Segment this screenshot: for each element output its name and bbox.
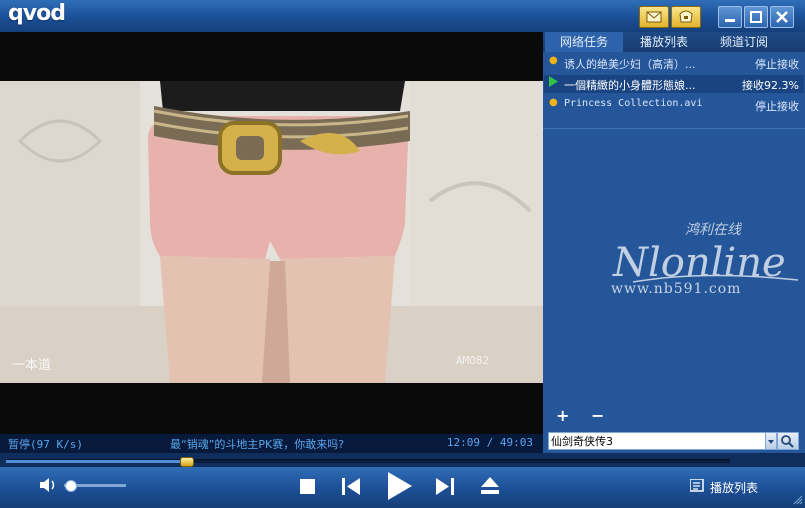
task-item[interactable]: ● Princess Collection.avi 停止接收 [544, 96, 804, 114]
skin-icon [679, 10, 693, 23]
next-icon[interactable] [435, 478, 454, 495]
close-button[interactable] [770, 6, 794, 28]
minimize-button[interactable] [718, 6, 742, 28]
status-bar: 暂停(97 K/s) 最“销魂”的斗地主PK赛，你敢来吗? 12:09 / 49… [0, 434, 543, 453]
search-icon [781, 435, 794, 448]
search-dropdown-button[interactable] [765, 432, 777, 450]
stop-icon[interactable] [300, 479, 315, 494]
message-button[interactable] [639, 6, 669, 28]
add-button[interactable]: + [556, 406, 569, 425]
time-display: 12:09 / 49:03 [446, 436, 533, 449]
play-icon[interactable] [387, 471, 413, 501]
maximize-icon [750, 11, 762, 23]
remove-button[interactable]: − [591, 406, 604, 425]
task-status: 停止接收 [755, 100, 799, 113]
eject-icon[interactable] [481, 477, 499, 494]
search-box [548, 432, 767, 450]
previous-icon[interactable] [342, 478, 361, 495]
search-button[interactable] [777, 432, 799, 450]
seek-fill [6, 460, 186, 463]
task-name: 诱人的绝美少妇（高清）... [564, 58, 696, 71]
video-image [0, 81, 543, 383]
close-icon [776, 11, 788, 23]
app-logo: qvod [8, 1, 66, 26]
playback-state: 暂停(97 K/s) [8, 438, 83, 451]
video-area[interactable]: 一本道 AMO82 [0, 32, 543, 434]
marquee-ad-link[interactable]: 最“销魂”的斗地主PK赛，你敢来吗? [170, 436, 344, 452]
tab-channels[interactable]: 频道订阅 [705, 32, 783, 52]
video-frame: 一本道 AMO82 [0, 81, 543, 383]
task-status: 接收92.3% [742, 79, 799, 92]
video-watermark-right: AMO82 [455, 354, 489, 367]
chevron-down-icon [768, 440, 774, 444]
site-logo-text: Nlonline [612, 240, 786, 286]
panel-toolbar: + − [543, 406, 805, 426]
volume-icon[interactable] [38, 476, 58, 494]
playlist-label: 播放列表 [710, 481, 759, 495]
panel-divider [543, 128, 805, 129]
side-panel: 网络任务 播放列表 频道订阅 ● 诱人的绝美少妇（高清）... 停止接收 一個精… [543, 32, 805, 453]
seek-bar[interactable] [0, 453, 805, 467]
task-status: 停止接收 [755, 58, 799, 71]
task-item[interactable]: ● 诱人的绝美少妇（高清）... 停止接收 [544, 54, 804, 72]
task-dot-icon: ● [549, 97, 558, 108]
message-icon [646, 11, 662, 23]
task-dot-icon: ● [549, 55, 558, 66]
seek-thumb[interactable] [179, 457, 194, 467]
site-url: www.nb591.com [611, 281, 742, 297]
tab-network-tasks[interactable]: 网络任务 [545, 32, 623, 52]
maximize-button[interactable] [744, 6, 768, 28]
task-name: Princess Collection.avi [564, 98, 703, 109]
title-bar: qvod [0, 0, 805, 33]
playlist-icon [690, 479, 704, 492]
playing-arrow-icon [549, 76, 558, 90]
task-name: 一個精緻的小身體形態娘... [564, 79, 696, 92]
control-bar: 播放列表 [0, 467, 805, 508]
site-cn-text: 鸿利在线 [685, 222, 743, 238]
volume-thumb[interactable] [65, 480, 78, 492]
resize-grip-icon[interactable] [793, 495, 803, 505]
minimize-icon [725, 19, 735, 22]
video-watermark-left: 一本道 [12, 358, 52, 373]
task-item[interactable]: 一個精緻的小身體形態娘... 接收92.3% [544, 75, 804, 93]
tab-playlist[interactable]: 播放列表 [625, 32, 703, 52]
seek-track[interactable] [6, 457, 730, 467]
search-input[interactable] [551, 433, 761, 449]
panel-tabs: 网络任务 播放列表 频道订阅 [543, 32, 805, 52]
skin-button[interactable] [671, 6, 701, 28]
